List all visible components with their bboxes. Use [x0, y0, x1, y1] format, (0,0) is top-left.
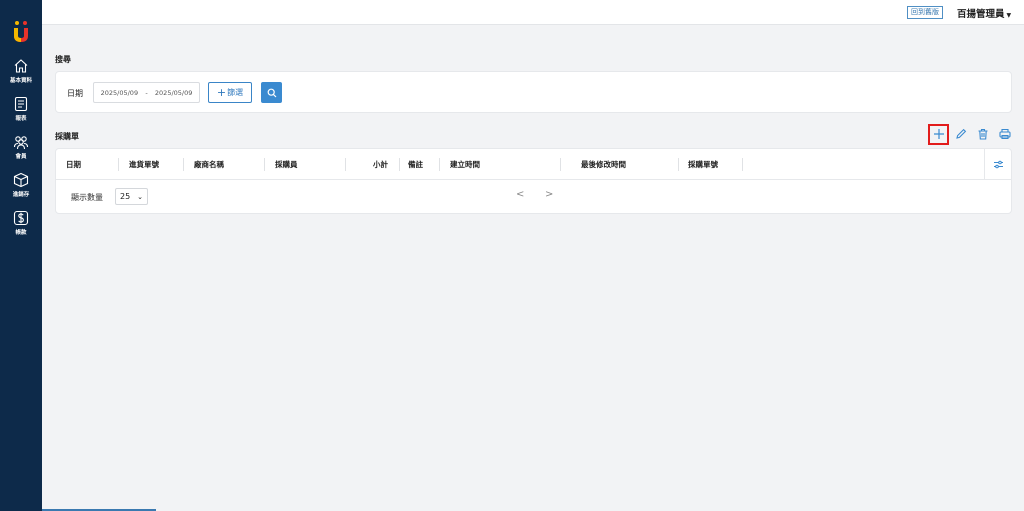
sidebar-item-label: 帳款: [15, 230, 27, 236]
trash-icon: [978, 128, 988, 140]
back-to-old-version-button[interactable]: 回到舊版: [907, 6, 943, 19]
column-divider[interactable]: [678, 158, 679, 171]
page-size-value: 25: [120, 192, 131, 201]
page-size-label: 顯示數量: [71, 193, 103, 202]
column-settings-button[interactable]: [984, 149, 1011, 180]
home-icon: [14, 59, 28, 73]
date-end: 2025/05/09: [154, 88, 193, 97]
plus-icon: [933, 129, 944, 139]
table-toolbar: [928, 123, 1017, 145]
column-divider[interactable]: [345, 158, 346, 171]
column-header-remarks[interactable]: 備註: [408, 159, 423, 170]
column-divider[interactable]: [264, 158, 265, 171]
filter-label: 篩選: [227, 88, 244, 97]
sidebar-item-label: 報表: [15, 116, 27, 122]
column-header-subtotal[interactable]: 小計: [373, 159, 388, 170]
user-name: 百揚管理員: [957, 9, 1005, 20]
column-header-vendor-name[interactable]: 廠商名稱: [194, 159, 224, 170]
report-icon: [14, 96, 28, 112]
sidebar-item-label: 會員: [15, 154, 27, 160]
column-divider[interactable]: [439, 158, 440, 171]
column-divider[interactable]: [742, 158, 743, 171]
table-footer: 顯示數量 25 ⌄ < >: [56, 180, 1011, 214]
date-separator: -: [145, 88, 148, 97]
sidebar-item-accounts[interactable]: 帳款: [13, 210, 29, 236]
add-button[interactable]: [928, 123, 949, 145]
purchase-order-table: 日期 進貨單號 廠商名稱 採購員 小計 備註 建立時間 最後修改時間 採購單號 …: [55, 148, 1012, 214]
next-page-button[interactable]: >: [545, 189, 553, 200]
column-header-buyer[interactable]: 採購員: [275, 159, 298, 170]
column-header-receipt-no[interactable]: 進貨單號: [129, 159, 159, 170]
column-header-last-modified[interactable]: 最後修改時間: [581, 159, 626, 170]
sidebar-item-label: 進銷存: [12, 192, 30, 198]
column-divider[interactable]: [183, 158, 184, 171]
printer-icon: [999, 128, 1011, 140]
sidebar-item-inventory[interactable]: 進銷存: [12, 172, 30, 198]
chevron-down-icon: ⌄: [137, 192, 143, 201]
print-button[interactable]: [995, 124, 1015, 144]
column-header-po-number[interactable]: 採購單號: [688, 159, 718, 170]
date-label: 日期: [67, 89, 83, 98]
purchase-order-section-title: 採購單: [55, 132, 79, 141]
sidebar-item-label: 基本資料: [9, 78, 32, 84]
caret-down-icon: ▼: [1006, 12, 1012, 19]
date-range-picker[interactable]: 2025/05/09 - 2025/05/09: [93, 82, 200, 103]
sliders-icon: [993, 160, 1003, 169]
search-icon: [267, 88, 276, 97]
column-divider[interactable]: [118, 158, 119, 171]
plus-icon: +: [216, 86, 227, 99]
table-header: 日期 進貨單號 廠商名稱 採購員 小計 備註 建立時間 最後修改時間 採購單號: [56, 149, 1011, 180]
pencil-icon: [956, 128, 967, 139]
prev-page-button[interactable]: <: [516, 189, 524, 200]
search-section-title: 搜尋: [55, 55, 71, 64]
column-header-created-time[interactable]: 建立時間: [450, 159, 480, 170]
filter-button[interactable]: + 篩選: [208, 82, 252, 103]
dollar-icon: [13, 210, 29, 226]
members-icon: [13, 136, 29, 150]
column-header-date[interactable]: 日期: [66, 159, 81, 170]
delete-button[interactable]: [973, 124, 993, 144]
edit-button[interactable]: [951, 124, 971, 144]
inventory-box-icon: [13, 172, 29, 188]
sidebar-item-reports[interactable]: 報表: [13, 96, 29, 122]
sidebar-item-members[interactable]: 會員: [13, 134, 29, 160]
page-size-select[interactable]: 25 ⌄: [115, 188, 148, 205]
sidebar-item-basic-data[interactable]: 基本資料: [10, 58, 32, 84]
column-divider[interactable]: [560, 158, 561, 171]
sidebar: 基本資料 報表 會員 進銷存 帳款: [0, 0, 42, 511]
column-divider[interactable]: [399, 158, 400, 171]
search-panel: 日期 2025/05/09 - 2025/05/09 + 篩選: [55, 71, 1012, 113]
logo-icon: [14, 21, 28, 42]
date-start: 2025/05/09: [100, 88, 139, 97]
search-button[interactable]: [261, 82, 282, 103]
user-menu[interactable]: 百揚管理員 ▼: [957, 6, 1011, 20]
top-bar: 回到舊版 百揚管理員 ▼: [42, 0, 1024, 25]
